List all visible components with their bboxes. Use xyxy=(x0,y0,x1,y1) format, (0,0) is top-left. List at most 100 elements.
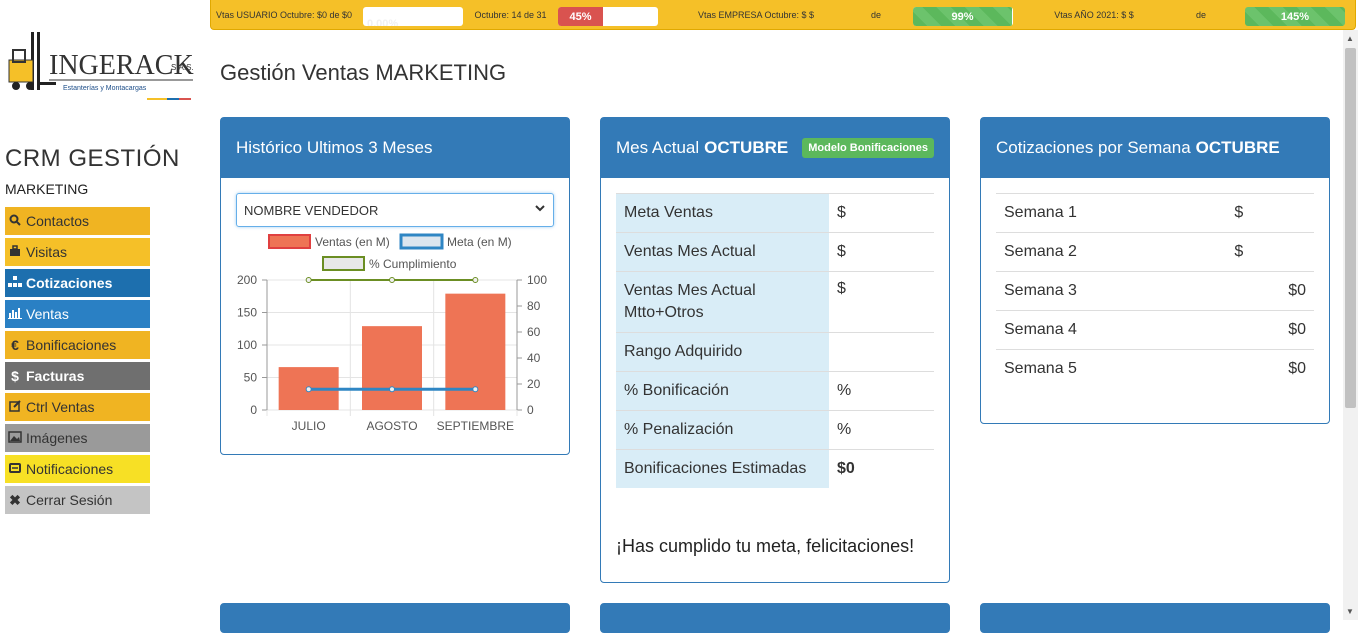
row-key: Meta Ventas xyxy=(616,193,829,233)
sidebar-item-bonificaciones[interactable]: € Bonificaciones xyxy=(5,331,150,359)
x-tick-label: AGOSTO xyxy=(366,419,417,433)
mes-actual-table: Meta Ventas $ Ventas Mes Actual $ Ventas M… xyxy=(616,193,934,488)
vendedor-select-value: NOMBRE VENDEDOR xyxy=(244,202,379,218)
sidebar-item-label: Facturas xyxy=(26,368,85,384)
row-value: $ xyxy=(829,193,934,233)
row-key: Bonificaciones Estimadas xyxy=(616,449,829,488)
week-value: $0 xyxy=(1226,310,1314,350)
search-icon xyxy=(8,213,22,229)
line-cumplimiento-point xyxy=(472,277,479,283)
bar-ventas xyxy=(445,293,506,410)
sidebar-item-label: Contactos xyxy=(26,213,90,229)
legend-swatch-meta xyxy=(399,233,444,250)
cotizaciones-semana-panel: Cotizaciones por Semana OCTUBRE Semana 1… xyxy=(980,117,1330,424)
page-scrollbar[interactable]: ▲ ▼ xyxy=(1343,30,1358,620)
sidebar-item-contactos[interactable]: Contactos xyxy=(5,207,150,235)
legend-swatch-cumplimiento xyxy=(322,256,365,271)
user-sales-label: Vtas USUARIO Octubre: $0 de $0 xyxy=(215,10,353,20)
row-value: % xyxy=(829,371,934,411)
y-left-tick-label: 0 xyxy=(250,403,257,417)
sidebar-item-facturas[interactable]: $ Facturas xyxy=(5,362,150,390)
day-progress-pct: 45% xyxy=(569,10,592,23)
table-row: % Bonificación% xyxy=(616,371,934,411)
sidebar-item-label: Notificaciones xyxy=(26,461,114,477)
logo-suffix: S.A.S. xyxy=(171,63,194,72)
table-row: Bonificaciones Estimadas $0 xyxy=(616,449,934,488)
sidebar-item-label: Visitas xyxy=(26,244,67,260)
sidebar-item-notificaciones[interactable]: Notificaciones xyxy=(5,455,150,483)
mes-title-prefix: Mes Actual xyxy=(616,138,700,157)
y-left-tick-label: 50 xyxy=(244,371,258,385)
company-sales-progress: 99% xyxy=(913,7,1013,26)
scroll-up-icon[interactable]: ▲ xyxy=(1346,34,1354,43)
y-right-tick-label: 80 xyxy=(527,299,541,313)
scroll-thumb[interactable] xyxy=(1345,48,1356,408)
historico-chart: Ventas (en M) Meta (en M) % Cumplimiento… xyxy=(237,233,547,433)
legend-label-ventas: Ventas (en M) xyxy=(315,235,390,249)
edit-icon xyxy=(8,399,22,415)
bar-chart-icon xyxy=(8,306,22,322)
page-title: Gestión Ventas MARKETING xyxy=(220,60,507,85)
bar-ventas xyxy=(362,326,422,410)
legend-label-cumplimiento: % Cumplimiento xyxy=(369,257,457,271)
cotizaciones-semana-panel-header: Cotizaciones por Semana OCTUBRE xyxy=(981,118,1329,178)
table-row: Semana 3 $0 xyxy=(996,271,1314,311)
sidebar-menu: Contactos Visitas Cotizaciones Ventas € B… xyxy=(5,207,150,517)
week-value: $0 xyxy=(1226,349,1314,388)
briefcase-icon xyxy=(8,244,22,260)
bottom-panel-3 xyxy=(980,603,1330,633)
table-row: Ventas Mes Actual $ xyxy=(616,232,934,272)
row-value: $ xyxy=(829,232,934,272)
historico-panel-header: Histórico Ultimos 3 Meses xyxy=(221,118,569,178)
company-de: de xyxy=(870,10,881,20)
year-sales-label: Vtas AÑO 2021: $ $ xyxy=(1054,10,1134,20)
line-meta-point xyxy=(389,386,395,393)
sidebar-item-visitas[interactable]: Visitas xyxy=(5,238,150,266)
mes-actual-panel: Mes Actual OCTUBRE Modelo Bonificaciones… xyxy=(600,117,950,583)
semana-title-prefix: Cotizaciones por Semana xyxy=(996,138,1191,157)
row-key: Rango Adquirido xyxy=(616,332,829,372)
table-row: Semana 4 $0 xyxy=(996,310,1314,350)
row-key: % Bonificación xyxy=(616,371,829,411)
table-row: Meta Ventas $ xyxy=(616,193,934,233)
cotizaciones-semana-table: Semana 1 $ Semana 2 $ Semana 3 $0 Semana 4 $… xyxy=(996,193,1314,388)
y-right-tick-label: 20 xyxy=(527,377,541,391)
year-sales-pct: 145% xyxy=(1280,10,1310,23)
user-sales-progress: 0.00% xyxy=(363,7,463,26)
week-label: Semana 4 xyxy=(996,310,1227,350)
mes-title-month: OCTUBRE xyxy=(704,138,789,157)
sidebar-item-cotizaciones[interactable]: Cotizaciones xyxy=(5,269,150,297)
mes-actual-panel-header: Mes Actual OCTUBRE Modelo Bonificaciones xyxy=(601,118,949,178)
year-de: de xyxy=(1195,10,1206,20)
week-label: Semana 3 xyxy=(996,271,1227,311)
sidebar-item-label: Bonificaciones xyxy=(26,337,117,353)
year-sales-progress: 145% xyxy=(1245,7,1345,26)
historico-title: Histórico Ultimos 3 Meses xyxy=(236,138,433,157)
scroll-down-icon[interactable]: ▼ xyxy=(1346,607,1354,616)
week-value: $ xyxy=(1226,232,1314,272)
vendedor-select[interactable]: NOMBRE VENDEDOR xyxy=(236,193,554,227)
logo-tagline: Estanterías y Montacargas xyxy=(63,85,147,92)
table-row: % Penalización% xyxy=(616,410,934,450)
sidebar-item-ctrl-ventas[interactable]: Ctrl Ventas xyxy=(5,393,150,421)
day-progress-fill: 45% xyxy=(558,7,603,26)
week-label: Semana 1 xyxy=(996,193,1227,233)
sidebar-item-ventas[interactable]: Ventas xyxy=(5,300,150,328)
week-value: $0 xyxy=(1226,271,1314,311)
sidebar-item-label: Ctrl Ventas xyxy=(26,399,95,415)
row-key: % Penalización xyxy=(616,410,829,450)
y-left-tick-label: 100 xyxy=(237,338,257,352)
sidebar-item-cerrar-sesion[interactable]: ✖ Cerrar Sesión xyxy=(5,486,150,514)
x-tick-label: SEPTIEMBRE xyxy=(437,419,514,433)
company-sales-pct: 99% xyxy=(951,10,974,23)
sidebar-item-imagenes[interactable]: Imágenes xyxy=(5,424,150,452)
chart-legend: Ventas (en M) Meta (en M) % Cumplimiento xyxy=(268,233,512,271)
sidebar-item-label: Imágenes xyxy=(26,430,88,446)
dollar-icon: $ xyxy=(11,368,19,384)
table-row: Rango Adquirido xyxy=(616,332,934,372)
company-logo[interactable]: INGERACK S.A.S. Estanterías y Montacarga… xyxy=(5,30,195,110)
modelo-bonificaciones-button[interactable]: Modelo Bonificaciones xyxy=(802,138,935,158)
sidebar-item-label: Cerrar Sesión xyxy=(26,492,113,508)
row-value: $ xyxy=(829,271,934,333)
year-sales-fill: 145% xyxy=(1245,7,1345,26)
